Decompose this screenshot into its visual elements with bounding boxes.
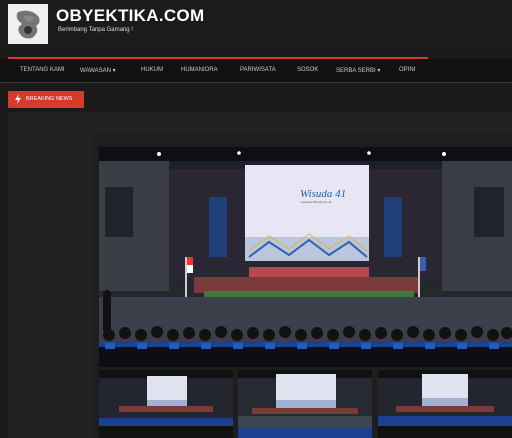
photo-thumbnails: [99, 370, 512, 438]
nav-item-humaniora[interactable]: HUMANIORA: [181, 67, 218, 73]
breaking-news-label: BREAKING NEWS: [26, 96, 73, 102]
thumbnail-3[interactable]: [378, 370, 512, 438]
slide-subtitle: Upacara Wisuda Ke-41: [300, 200, 332, 204]
nav-item-hukum[interactable]: HUKUM: [141, 67, 163, 73]
breaking-news-badge[interactable]: BREAKING NEWS: [8, 91, 84, 108]
thumbnail-2[interactable]: [238, 370, 372, 438]
thumbnail-1[interactable]: [99, 370, 233, 438]
nav-item-tentang-kami[interactable]: TENTANG KAMI: [20, 67, 65, 73]
logo-icon: [8, 4, 48, 44]
nav-item-wawasan[interactable]: WAWASAN ▾: [80, 67, 116, 74]
site-logo[interactable]: [8, 4, 48, 44]
site-header: OBYEKTIKA.COM Berimbang Tanpa Gamang !: [0, 0, 512, 52]
nav-item-sosok[interactable]: SOSOK: [297, 67, 318, 73]
bolt-icon: [15, 94, 21, 104]
nav-item-serba-serbi[interactable]: SERBA SERBI ▾: [336, 67, 380, 74]
nav-item-pariwisata[interactable]: PARIWISATA: [240, 67, 276, 73]
site-title[interactable]: OBYEKTIKA.COM: [56, 6, 204, 26]
main-photo[interactable]: [99, 147, 512, 367]
site-tagline: Berimbang Tanpa Gamang !: [58, 27, 133, 33]
slide-title: Wisuda 41: [300, 188, 347, 200]
nav-item-opini[interactable]: OPINI: [399, 67, 415, 73]
main-nav: TENTANG KAMI WAWASAN ▾ HUKUM HUMANIORA P…: [0, 59, 512, 83]
